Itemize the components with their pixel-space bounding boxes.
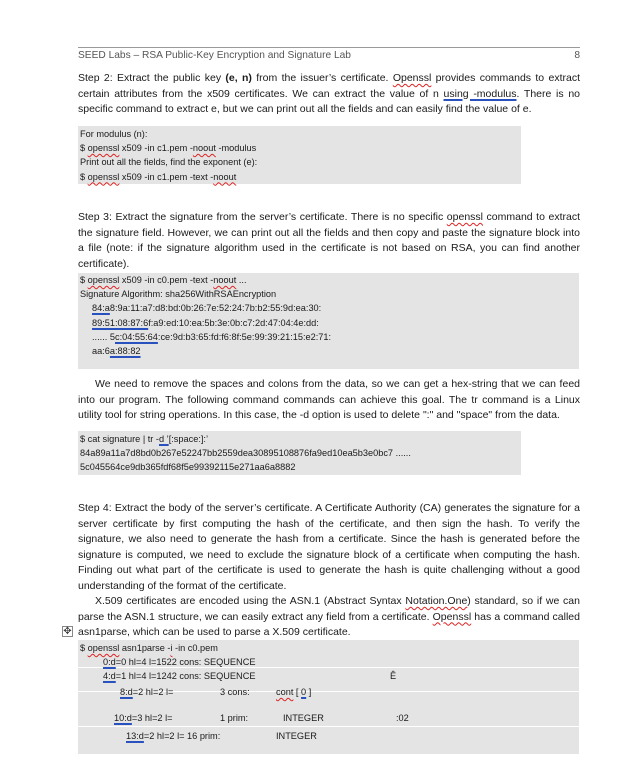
hex-line: 89:51:08:87:6f:a9:ed:10:ea:5b:3e:0b:c7:2… — [92, 317, 319, 328]
spellcheck-word[interactable]: openssl — [447, 211, 483, 223]
code-line: $ cat signature | tr -d ’[:space:]:’ — [80, 434, 209, 444]
code-line: Print out all the fields, find the expon… — [80, 157, 258, 168]
signature-algorithm: Signature Algorithm: sha256WithRSAEncryp… — [80, 289, 277, 300]
asn1-row: 4:d=1 hl=4 l=1242 cons: SEQUENCE — [103, 671, 256, 681]
code-line: For modulus (n): — [80, 129, 148, 139]
step2-paragraph: Step 2: Extract the public key (e, n) fr… — [78, 72, 581, 116]
spellcheck-word[interactable]: Openssl — [433, 611, 472, 623]
page-number: 8 — [574, 50, 580, 61]
asn1-length: 1 prim: — [220, 713, 249, 723]
code-line: $ openssl x509 -in c0.pem -text -noout .… — [80, 275, 247, 285]
hex-line: aa:6a:88:82 — [92, 346, 141, 357]
asn1-row: 0:d=0 hl=4 l=1522 cons: SEQUENCE — [103, 657, 256, 667]
table-move-handle-icon[interactable]: ✥ — [62, 626, 73, 637]
asn1-type: INTEGER — [283, 713, 324, 723]
tr-code-block: $ cat signature | tr -d ’[:space:]:’ 84a… — [78, 431, 521, 475]
spellcheck-word[interactable]: Openssl — [393, 72, 432, 84]
row-divider — [78, 726, 579, 727]
step3-paragraph: Step 3: Extract the signature from the s… — [78, 211, 580, 270]
stray-character: Ê — [390, 671, 397, 681]
step4-paragraph: Step 4: Extract the body of the server’s… — [78, 502, 580, 592]
asn1-value: :02 — [396, 713, 409, 723]
asn1-length: 3 cons: — [220, 687, 250, 697]
code-line: $ openssl asn1parse -i -in c0.pem — [80, 643, 218, 653]
page-header: SEED Labs – RSA Public-Key Encryption an… — [78, 50, 580, 61]
modulus-code-block: For modulus (n): $ openssl x509 -in c1.p… — [78, 126, 521, 184]
grammar-flag[interactable]: using -modulus — [444, 88, 517, 100]
hex-line: 84a89a11a7d8bd0b267e52247bb2559dea308951… — [80, 448, 411, 459]
document-title: SEED Labs – RSA Public-Key Encryption an… — [78, 50, 351, 61]
asn1-type: cont [ 0 ] — [276, 687, 312, 697]
tr-paragraph: We need to remove the spaces and colons … — [78, 378, 580, 422]
x509-paragraph: X.509 certificates are encoded using the… — [78, 595, 580, 639]
spellcheck-word[interactable]: Notation.One — [405, 595, 467, 607]
asn1-row: 8:d=2 hl=2 l= — [120, 687, 174, 697]
header-rule — [78, 47, 580, 48]
hex-line: ...... 5c:04:55:64:ce:9d:b3:65:fd:f6:8f:… — [92, 331, 332, 342]
asn1-row: 13:d=2 hl=2 l= 16 prim: — [126, 731, 221, 741]
asn1-row: 10:d=3 hl=2 l= — [114, 713, 173, 723]
code-line: $ openssl x509 -in c1.pem -text -noout — [80, 171, 237, 182]
hex-line: 84:a8:9a:11:a7:d8:bd:0b:26:7e:52:24:7b:b… — [92, 303, 322, 314]
asn1-type: INTEGER — [276, 731, 317, 741]
hex-line: 5c045564ce9db365fdf68f5e99392115e271aa6a… — [80, 462, 296, 473]
signature-code-block: $ openssl x509 -in c0.pem -text -noout .… — [78, 273, 579, 369]
asn1parse-code-block: $ openssl asn1parse -i -in c0.pem 0:d=0 … — [78, 640, 579, 754]
code-line: $ openssl x509 -in c1.pem -noout -modulu… — [80, 143, 257, 154]
